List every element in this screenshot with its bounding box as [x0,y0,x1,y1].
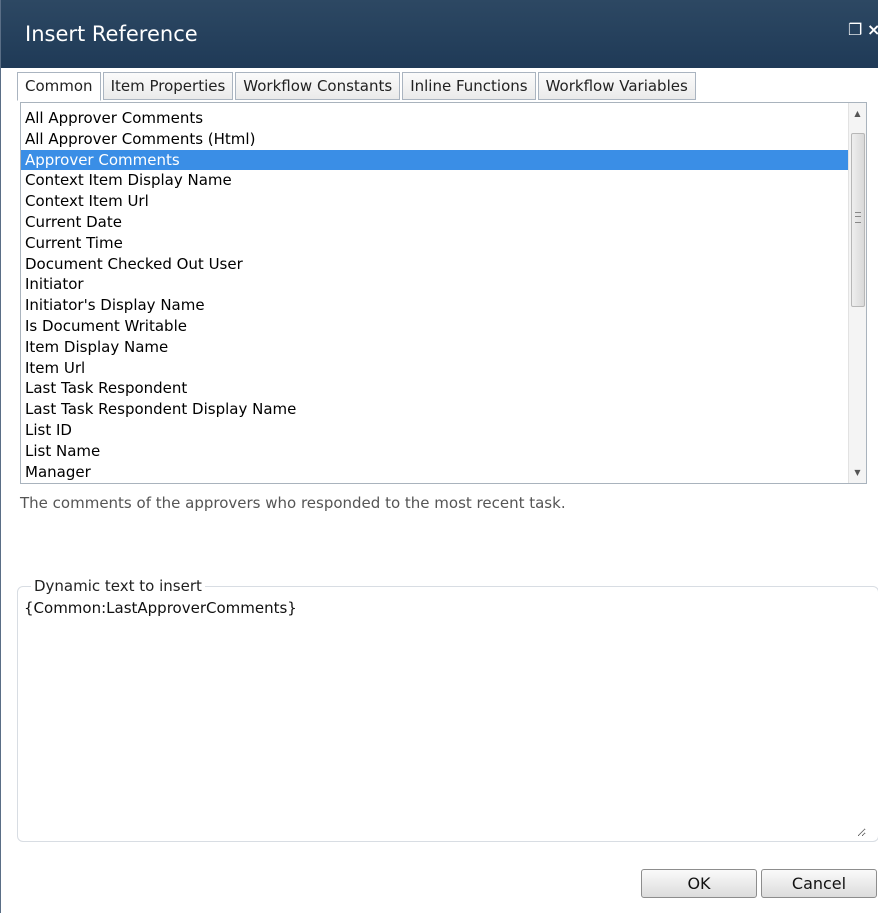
reference-list: All Approver Comments All Approver Commen… [21,108,850,482]
tab-workflow-variables[interactable]: Workflow Variables [537,72,696,100]
insert-reference-dialog: Insert Reference ❐ × Common Item Propert… [0,0,878,913]
list-item[interactable]: Initiator's Display Name [21,295,850,316]
tab-workflow-constants[interactable]: Workflow Constants [235,72,401,100]
cancel-button[interactable]: Cancel [761,869,877,898]
dynamic-text-legend: Dynamic text to insert [31,577,205,595]
item-description: The comments of the approvers who respon… [20,494,566,512]
vertical-scrollbar[interactable]: ▲ ▼ [848,103,866,483]
list-item[interactable]: Context Item Url [21,191,850,212]
list-item[interactable]: List ID [21,420,850,441]
grip-icon [855,212,861,223]
tab-common[interactable]: Common [17,72,101,101]
list-item[interactable]: Initiator [21,274,850,295]
list-item[interactable]: All Approver Comments [21,108,850,129]
close-icon[interactable]: × [867,20,878,40]
scroll-up-icon[interactable]: ▲ [849,105,866,122]
scroll-thumb[interactable] [851,133,865,307]
tab-item-properties[interactable]: Item Properties [102,72,234,100]
list-item[interactable]: Last Task Respondent [21,378,850,399]
list-item[interactable]: Is Document Writable [21,316,850,337]
list-item[interactable]: List Name [21,441,850,462]
list-item[interactable]: Manager [21,462,850,483]
list-item[interactable]: Last Task Respondent Display Name [21,399,850,420]
tab-strip: Common Item Properties Workflow Constant… [17,72,698,101]
list-item[interactable]: Current Date [21,212,850,233]
list-item[interactable]: All Approver Comments (Html) [21,129,850,150]
reference-listbox[interactable]: All Approver Comments All Approver Commen… [20,102,867,484]
tab-inline-functions[interactable]: Inline Functions [402,72,536,100]
ok-button[interactable]: OK [641,869,757,898]
dynamic-text-input[interactable]: {Common:LastApproverComments} [22,597,866,837]
list-item-selected[interactable]: Approver Comments [21,149,850,171]
list-item[interactable]: Context Item Display Name [21,170,850,191]
dialog-title: Insert Reference [25,22,198,46]
list-item[interactable]: Document Checked Out User [21,254,850,275]
restore-icon[interactable]: ❐ [848,20,862,40]
list-item[interactable]: Current Time [21,233,850,254]
scroll-down-icon[interactable]: ▼ [849,464,866,481]
title-bar: Insert Reference ❐ × [1,0,878,68]
list-item[interactable]: Item Display Name [21,337,850,358]
list-item[interactable]: Item Url [21,358,850,379]
